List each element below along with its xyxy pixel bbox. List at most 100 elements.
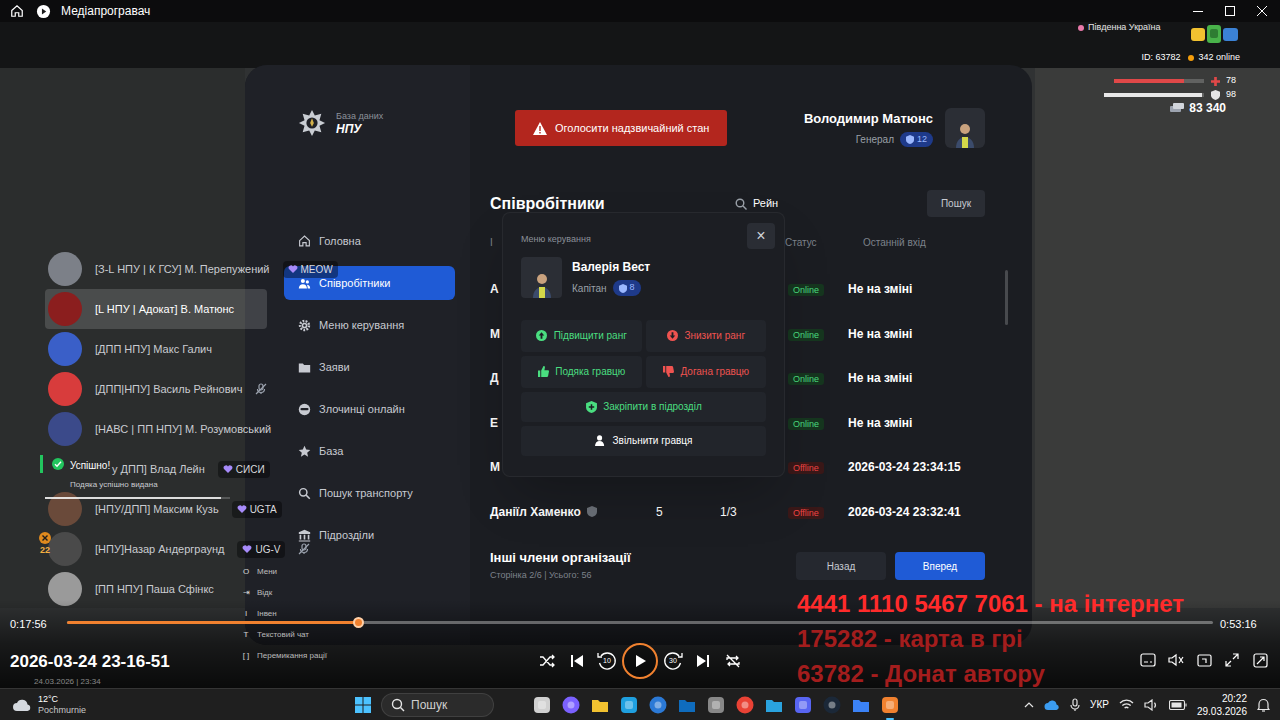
- forward-button[interactable]: 30: [658, 646, 688, 676]
- rewind-button[interactable]: 10: [592, 646, 622, 676]
- progress-thumb[interactable]: [353, 617, 364, 628]
- action-icon: [666, 330, 678, 342]
- action-button[interactable]: Знизити ранг: [646, 320, 767, 352]
- sidebar-item[interactable]: Підрозділи: [284, 518, 455, 552]
- action-button[interactable]: Закріпити в підрозділ: [521, 392, 766, 422]
- voice-user[interactable]: [ДПП|НПУ] Василь Рейнович: [45, 369, 275, 409]
- user-avatar: [48, 532, 82, 566]
- repeat-button[interactable]: [718, 646, 748, 676]
- home-icon: [9, 3, 25, 19]
- taskbar-app[interactable]: [706, 695, 726, 715]
- next-button[interactable]: [688, 646, 718, 676]
- key-hints: OМени⇥ВідкIІнвенTТекстовий чат[ ]Перемик…: [240, 561, 327, 666]
- shuffle-button[interactable]: [532, 646, 562, 676]
- database-panel: База данихНПУГоловнаСпівробітникиМеню ке…: [245, 65, 1032, 645]
- skip-seconds: 30: [658, 646, 688, 676]
- online-text: 342 online: [1198, 51, 1240, 65]
- modal-rank-row: Капітан8: [572, 280, 650, 296]
- skip-seconds: 10: [592, 646, 622, 676]
- taskbar-app[interactable]: [677, 695, 697, 715]
- next-button[interactable]: Вперед: [895, 552, 985, 580]
- user-avatar: [48, 332, 82, 366]
- input-language[interactable]: УКР: [1090, 697, 1109, 712]
- last-seen: Не на зміні: [848, 369, 985, 387]
- table-row[interactable]: Даніїл Хаменко51/3Offline2026-03-24 23:3…: [490, 490, 985, 535]
- sidebar-item[interactable]: Злочинці онлайн: [284, 392, 455, 426]
- taskbar-app[interactable]: [880, 695, 900, 715]
- voice-user[interactable]: [НПУ/ДПП] Максим КузьUGTA: [45, 489, 315, 529]
- user-name: Володимир Матюнс: [804, 109, 933, 129]
- logo-title: НПУ: [336, 122, 383, 137]
- sidebar-label: База: [319, 443, 343, 460]
- sidebar-label: Злочинці онлайн: [319, 401, 405, 418]
- player-rank: Капітан: [572, 281, 607, 296]
- user-avatar: [48, 372, 82, 406]
- voice-user[interactable]: [З-L НПУ | К ГСУ] М. ПерепуженийMEOW: [45, 249, 371, 289]
- tag-label: СИСИ: [236, 462, 265, 477]
- weather-widget[interactable]: 12°CPochmurnie: [0, 694, 355, 716]
- wifi-icon: [1119, 699, 1134, 711]
- title-bar: Медіапрогравач: [0, 0, 1280, 22]
- action-button[interactable]: Звільнити гравця: [521, 426, 766, 456]
- taskbar-app[interactable]: [735, 695, 755, 715]
- voice-user[interactable]: [L НПУ | Адокат] В. Матюнс: [45, 289, 267, 329]
- scrollbar[interactable]: [1005, 270, 1008, 325]
- action-label: Звільнити гравця: [613, 433, 693, 448]
- subtitles-button[interactable]: [1134, 648, 1162, 672]
- taskbar-app[interactable]: [822, 695, 842, 715]
- game-logo-icon: [1190, 23, 1240, 45]
- hud: ID: 63782342 online789883 340: [1080, 51, 1240, 115]
- verified-mark: [587, 506, 597, 517]
- play-button[interactable]: [622, 643, 658, 679]
- action-label: Знизити ранг: [684, 328, 745, 343]
- action-button[interactable]: Догана гравцю: [646, 356, 767, 388]
- search-button[interactable]: Пошук: [927, 190, 985, 217]
- fullscreen-button[interactable]: [1218, 648, 1246, 672]
- status-cell: Online: [785, 369, 848, 387]
- check-icon: [52, 458, 64, 470]
- sidebar-item[interactable]: База: [284, 434, 455, 468]
- taskbar-app[interactable]: [851, 695, 871, 715]
- taskbar-search[interactable]: Пошук: [381, 693, 494, 717]
- previous-button[interactable]: [562, 646, 592, 676]
- app-icon: [851, 695, 871, 715]
- prev-button[interactable]: Назад: [796, 552, 886, 580]
- maximize-icon: [1224, 5, 1236, 17]
- progress-bar[interactable]: [67, 621, 1213, 624]
- employee-warnings: 1/3: [720, 505, 737, 519]
- close-button[interactable]: ×: [747, 223, 775, 249]
- miniplayer-button[interactable]: [1246, 648, 1274, 672]
- sidebar-item[interactable]: Пошук транспорту: [284, 476, 455, 510]
- tag-label: UG-V: [255, 542, 280, 557]
- scene-wall: [1035, 68, 1280, 608]
- taskbar-apps: [532, 695, 900, 715]
- taskbar-app[interactable]: [648, 695, 668, 715]
- action-button[interactable]: Підвищити ранг: [521, 320, 642, 352]
- clock[interactable]: 20:2229.03.2026: [1197, 692, 1247, 718]
- action-button[interactable]: Подяка гравцю: [521, 356, 642, 388]
- key-hint: TТекстовий чат: [240, 624, 327, 645]
- voice-user[interactable]: [НПУ]Назар АндерграундUG-V22: [45, 529, 318, 569]
- sidebar-item[interactable]: Меню керування: [284, 308, 455, 342]
- emergency-button[interactable]: Оголосити надзвичайний стан: [515, 110, 727, 146]
- volume-button[interactable]: [1162, 648, 1190, 672]
- taskbar-app[interactable]: [561, 695, 581, 715]
- sidebar-item[interactable]: Головна: [284, 224, 455, 258]
- nav-icon: [298, 277, 311, 290]
- taskbar-app[interactable]: [793, 695, 813, 715]
- status-pill: Offline: [788, 507, 824, 519]
- employee-rank: 5: [656, 505, 663, 519]
- window-title: Медіапрогравач: [61, 2, 150, 20]
- taskbar-app[interactable]: [590, 695, 610, 715]
- mute-mark: [255, 383, 267, 395]
- cast-button[interactable]: [1190, 648, 1218, 672]
- voice-user[interactable]: [НАВС | ПП НПУ] М. Розумовський: [45, 409, 304, 449]
- active-indicator: [886, 718, 894, 720]
- sidebar-item[interactable]: Заяви: [284, 350, 455, 384]
- voice-user[interactable]: [ДПП НПУ] Макс Галич: [45, 329, 245, 369]
- logo-text: База данихНПУ: [336, 110, 383, 137]
- taskbar-app[interactable]: [764, 695, 784, 715]
- taskbar-app[interactable]: [619, 695, 639, 715]
- taskbar-app[interactable]: [532, 695, 552, 715]
- modal-actions: Підвищити ранг Знизити ранг Подяка гравцюД…: [521, 320, 766, 456]
